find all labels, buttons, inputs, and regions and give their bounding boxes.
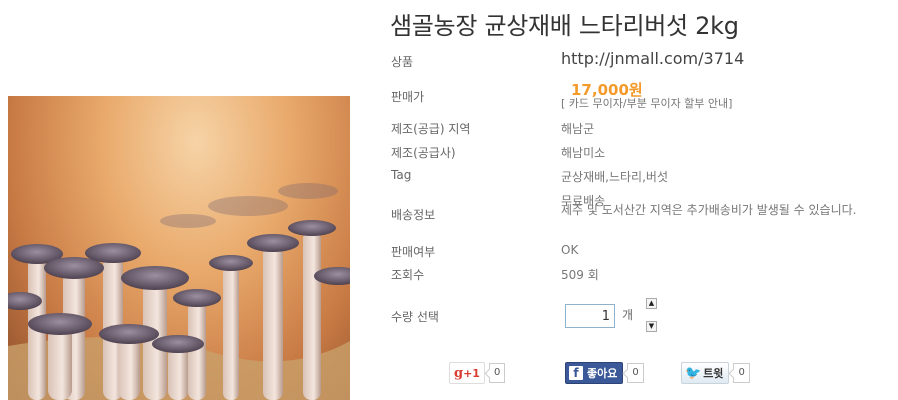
quantity-up-button[interactable]: ▲ [646,298,657,309]
sale-status-value: OK [561,243,579,257]
facebook-label: 좋아요 [587,367,618,380]
manufacturer-label: 제조(공급사) [391,146,456,160]
facebook-share: f 좋아요 0 [565,362,644,384]
facebook-icon: f [569,366,583,380]
gplus-label: +1 [463,366,480,380]
gplus-share: g +1 0 [449,362,506,384]
product-image [8,96,350,400]
quantity-input[interactable] [565,304,615,328]
quantity-down-button[interactable]: ▼ [646,321,657,332]
product-title: 샘골농장 균상재배 느타리버섯 2kg [390,12,739,40]
tag-label: Tag [391,168,412,182]
twitter-count: 0 [733,363,750,383]
installment-link[interactable]: [ 카드 무이자/부분 무이자 할부 안내] [561,95,732,111]
views-label: 조회수 [391,268,425,282]
manufacturer-region-label: 제조(공급) 지역 [391,122,471,136]
shipping-note: 제주 및 도서산간 지역은 추가배송비가 발생될 수 있습니다. [561,203,857,217]
product-label: 상품 [391,55,414,69]
quantity-label: 수량 선택 [391,310,439,324]
twitter-label: 트윗 [703,367,724,380]
gplus-icon: g [454,365,464,381]
twitter-share: 🐦 트윗 0 [681,362,750,384]
tag-list[interactable]: 균상재배,느타리,버섯 [561,168,668,185]
price-label: 판매가 [391,90,425,104]
quantity-unit: 개 [622,308,634,322]
facebook-like-button[interactable]: f 좋아요 [565,362,624,384]
views-value: 509 회 [561,268,599,282]
gplus-count: 0 [488,363,506,383]
manufacturer-region-value: 해남군 [561,122,595,136]
product-url[interactable]: http://jnmall.com/3714 [561,49,744,68]
twitter-bird-icon: 🐦 [685,365,702,381]
gplus-button[interactable]: g +1 [449,362,485,384]
twitter-tweet-button[interactable]: 🐦 트윗 [681,362,730,384]
shipping-label: 배송정보 [391,208,436,222]
facebook-count: 0 [627,363,644,383]
sale-status-label: 판매여부 [391,245,436,259]
manufacturer-value: 해남미소 [561,146,606,160]
